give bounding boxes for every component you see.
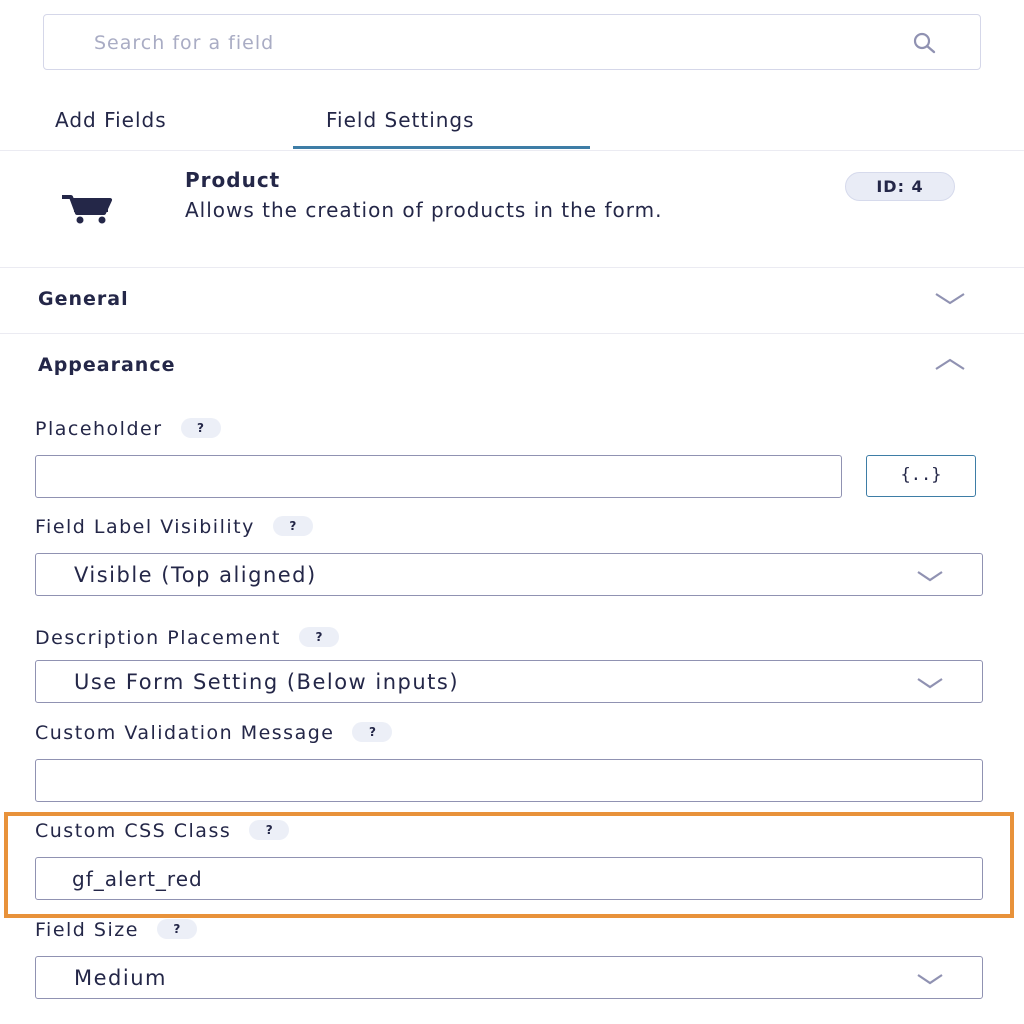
chevron-down-icon xyxy=(935,293,965,305)
label-visibility-label: Field Label Visibility? xyxy=(35,515,313,538)
search-input[interactable] xyxy=(92,15,876,70)
field-size-value: Medium xyxy=(74,966,167,990)
search-icon[interactable] xyxy=(912,31,936,55)
field-size-select[interactable]: Medium xyxy=(35,956,983,999)
field-search-box[interactable] xyxy=(43,14,981,70)
field-type-description: Allows the creation of products in the f… xyxy=(185,198,663,222)
css-class-field[interactable] xyxy=(35,857,983,900)
validation-message-label: Custom Validation Message? xyxy=(35,721,393,744)
field-size-help-icon[interactable]: ? xyxy=(156,918,197,939)
chevron-down-icon xyxy=(917,678,943,689)
css-class-help-icon[interactable]: ? xyxy=(249,819,290,840)
validation-message-input[interactable] xyxy=(72,760,956,802)
description-placement-value: Use Form Setting (Below inputs) xyxy=(74,670,460,694)
validation-message-field[interactable] xyxy=(35,759,983,802)
placeholder-field[interactable] xyxy=(35,455,842,498)
active-tab-indicator xyxy=(293,146,590,149)
description-placement-label: Description Placement? xyxy=(35,626,339,649)
placeholder-input[interactable] xyxy=(72,456,816,498)
chevron-down-icon xyxy=(917,974,943,985)
label-visibility-help-icon[interactable]: ? xyxy=(272,515,313,536)
description-placement-select[interactable]: Use Form Setting (Below inputs) xyxy=(35,660,983,703)
label-visibility-select[interactable]: Visible (Top aligned) xyxy=(35,553,983,596)
field-type-title: Product xyxy=(185,168,281,192)
tab-add-fields[interactable]: Add Fields xyxy=(55,108,167,132)
label-visibility-value: Visible (Top aligned) xyxy=(74,563,317,587)
field-size-label: Field Size? xyxy=(35,918,197,941)
tab-field-settings[interactable]: Field Settings xyxy=(326,108,475,132)
description-placement-help-icon[interactable]: ? xyxy=(298,626,339,647)
merge-tag-button[interactable]: {..} xyxy=(866,455,976,497)
placeholder-help-icon[interactable]: ? xyxy=(180,417,221,438)
chevron-up-icon xyxy=(935,358,965,370)
chevron-down-icon xyxy=(917,571,943,582)
shopping-cart-icon xyxy=(62,195,112,224)
appearance-section-header[interactable]: Appearance xyxy=(0,334,1024,396)
css-class-label: Custom CSS Class? xyxy=(35,819,290,842)
placeholder-label: Placeholder? xyxy=(35,417,221,440)
validation-message-help-icon[interactable]: ? xyxy=(352,721,393,742)
section-title-general: General xyxy=(38,288,129,310)
field-id-badge: ID: 4 xyxy=(845,172,955,201)
divider xyxy=(0,150,1024,151)
general-section-header[interactable]: General xyxy=(0,268,1024,333)
section-title-appearance: Appearance xyxy=(38,354,176,376)
css-class-input[interactable] xyxy=(70,858,954,900)
